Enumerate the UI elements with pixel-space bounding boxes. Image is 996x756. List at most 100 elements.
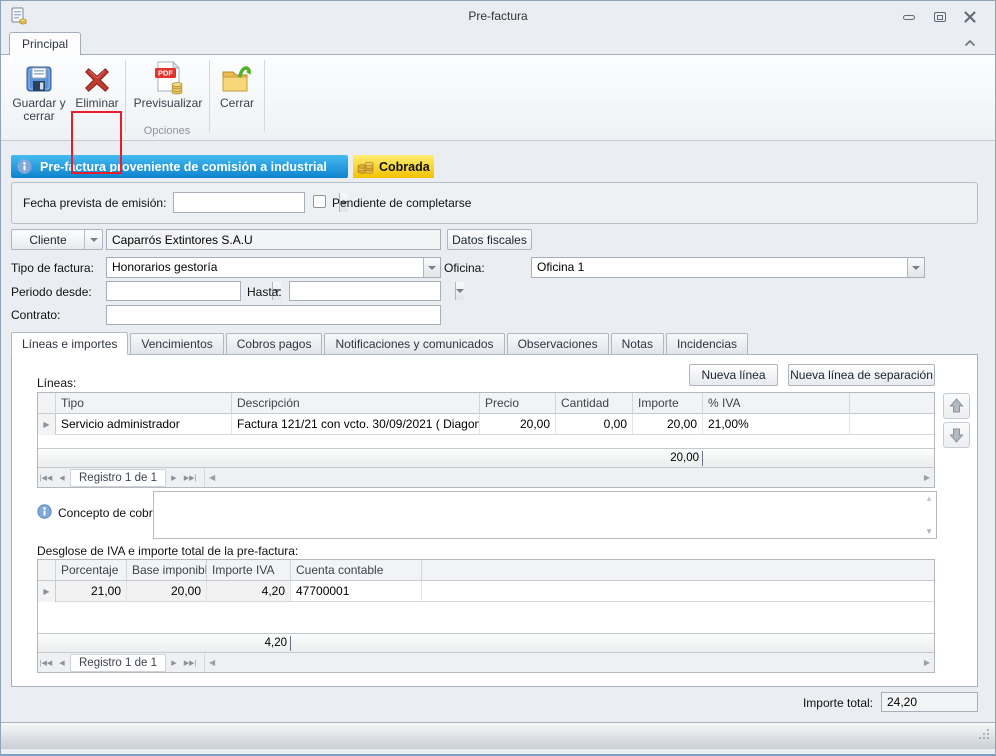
resize-grip[interactable] [978,727,990,745]
svg-text:PDF: PDF [158,69,173,78]
tab-lineas-e-importes[interactable]: Líneas e importes [11,332,128,355]
cell-precio[interactable]: 20,00 [480,414,556,435]
concepto-cobro-textarea[interactable]: ▲ ▼ [153,491,937,539]
preview-button[interactable]: PDF Previsualizar [129,59,207,110]
chevron-down-icon[interactable] [84,230,102,249]
col-cantidad[interactable]: Cantidad [556,393,633,414]
cliente-name-field[interactable] [106,229,441,250]
nueva-linea-button[interactable]: Nueva línea [689,364,778,386]
horizontal-scrollbar[interactable]: ◀ ▶ [204,653,934,672]
lineas-summary-row: 20,00 [38,448,934,467]
chevron-down-icon[interactable] [423,258,440,277]
periodo-desde-label: Periodo desde: [11,285,92,299]
grid-empty-area [38,435,934,448]
desglose-grid-header: Porcentaje Base imponible Importe IVA Cu… [38,560,934,581]
importe-total-field: 24,20 [881,692,978,712]
cell-base-imponible[interactable]: 20,00 [127,581,207,602]
restore-button[interactable] [929,9,951,25]
desglose-row[interactable]: ▶ 21,00 20,00 4,20 47700001 [38,581,934,602]
first-record-icon[interactable]: |◀◀ [38,659,54,667]
col-importe-iva[interactable]: Importe IVA [207,560,291,581]
col-importe[interactable]: Importe [633,393,703,414]
save-icon [23,59,55,95]
scroll-down-icon[interactable]: ▼ [925,527,933,536]
save-and-close-button[interactable]: Guardar y cerrar [9,59,69,123]
cell-cantidad[interactable]: 0,00 [556,414,633,435]
next-record-icon[interactable]: ▶ [166,474,182,482]
chevron-down-icon[interactable] [455,282,464,300]
tab-notificaciones[interactable]: Notificaciones y comunicados [324,333,504,355]
move-line-up-button[interactable] [943,393,970,419]
cell-iva[interactable]: 21,00% [703,414,850,435]
minimize-button[interactable] [898,9,920,25]
scroll-right-icon[interactable]: ▶ [924,473,930,482]
scroll-up-icon[interactable]: ▲ [925,494,933,503]
cell-cuenta-contable[interactable]: 47700001 [291,581,422,602]
col-precio[interactable]: Precio [480,393,556,414]
delete-button[interactable]: Eliminar [74,59,120,110]
hasta-label: Hasta: [247,285,282,299]
tab-observaciones[interactable]: Observaciones [507,333,609,355]
previous-record-icon[interactable]: ◀ [54,659,70,667]
scroll-left-icon[interactable]: ◀ [209,658,215,667]
delete-x-icon [82,59,112,95]
col-descripcion[interactable]: Descripción [232,393,480,414]
tipo-factura-input[interactable] [107,258,423,277]
header-indicator-cell [38,393,56,414]
close-form-button[interactable]: Cerrar [214,59,260,110]
hasta-combo[interactable] [289,281,441,301]
pdf-preview-icon: PDF [150,59,186,95]
cell-importe-iva[interactable]: 4,20 [207,581,291,602]
col-cuenta-contable[interactable]: Cuenta contable [291,560,422,581]
detail-tabs: Líneas e importes Vencimientos Cobros pa… [11,332,748,355]
previous-record-icon[interactable]: ◀ [54,474,70,482]
cell-importe[interactable]: 20,00 [633,414,703,435]
scroll-right-icon[interactable]: ▶ [924,658,930,667]
lineas-row[interactable]: ▶ Servicio administrador Factura 121/21 … [38,414,934,435]
tab-vencimientos[interactable]: Vencimientos [130,333,223,355]
tab-notas[interactable]: Notas [611,333,664,355]
info-icon [37,504,52,519]
pendiente-checkbox[interactable] [313,195,326,208]
oficina-combo[interactable] [531,257,925,278]
chevron-up-icon [964,39,976,47]
datos-fiscales-button[interactable]: Datos fiscales [447,229,532,250]
col-iva[interactable]: % IVA [703,393,850,414]
tipo-factura-combo[interactable] [106,257,441,278]
chevron-down-icon[interactable] [907,258,924,277]
oficina-input[interactable] [532,258,907,277]
last-record-icon[interactable]: ▶▶| [182,659,198,667]
cell-porcentaje[interactable]: 21,00 [56,581,127,602]
contrato-input[interactable] [106,305,441,325]
col-base-imponible[interactable]: Base imponible [127,560,207,581]
collapse-ribbon-button[interactable] [961,36,979,50]
hasta-input[interactable] [290,282,455,300]
close-icon [964,11,976,23]
close-button[interactable] [959,9,981,25]
periodo-desde-combo[interactable] [106,281,241,301]
cliente-button-label: Cliente [12,233,84,247]
tab-incidencias[interactable]: Incidencias [666,333,748,355]
info-icon [17,159,32,174]
scroll-left-icon[interactable]: ◀ [209,473,215,482]
next-record-icon[interactable]: ▶ [166,659,182,667]
oficina-label: Oficina: [444,261,485,275]
cell-tipo[interactable]: Servicio administrador [56,414,232,435]
tipo-factura-label: Tipo de factura: [11,261,94,275]
cliente-button[interactable]: Cliente [11,229,103,250]
save-and-close-label: Guardar y cerrar [9,97,69,123]
cell-descripcion[interactable]: Factura 121/21 con vcto. 30/09/2021 ( Di… [232,414,480,435]
col-tipo[interactable]: Tipo [56,393,232,414]
col-porcentaje[interactable]: Porcentaje [56,560,127,581]
first-record-icon[interactable]: |◀◀ [38,474,54,482]
fecha-prevista-combo[interactable] [173,192,305,213]
horizontal-scrollbar[interactable]: ◀ ▶ [204,468,934,487]
move-line-down-button[interactable] [943,422,970,448]
coins-icon [357,159,375,174]
tab-cobros-pagos[interactable]: Cobros pagos [226,333,323,355]
nueva-linea-separacion-button[interactable]: Nueva línea de separación [788,364,935,386]
ribbon-tab-principal[interactable]: Principal [9,32,81,55]
col-empty [850,393,934,414]
last-record-icon[interactable]: ▶▶| [182,474,198,482]
ribbon-toolbar: Guardar y cerrar Eliminar PDF [1,54,995,141]
